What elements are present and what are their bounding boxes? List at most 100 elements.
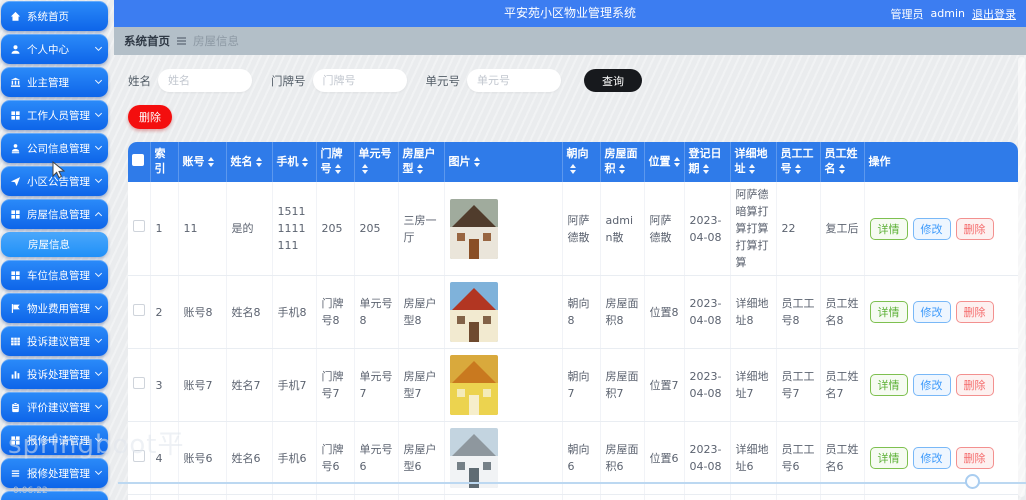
sidebar-item-owner-mgmt[interactable]: 业主管理 <box>1 67 108 97</box>
sort-icon[interactable] <box>207 156 214 167</box>
sidebar-item-label: 投诉建议管理 <box>27 335 90 348</box>
edit-button[interactable]: 修改 <box>912 301 951 324</box>
cell-index: 5 <box>150 494 179 500</box>
cell-location: 位置5 <box>644 494 685 500</box>
door-input[interactable] <box>312 69 407 92</box>
scrollbar[interactable] <box>1018 57 1025 497</box>
edit-button[interactable]: 修改 <box>912 447 951 470</box>
delete-row-button[interactable]: 删除 <box>955 374 994 397</box>
edit-button[interactable]: 修改 <box>912 374 951 397</box>
video-scrubber-track[interactable] <box>118 482 1026 484</box>
sidebar-item-evaluation-suggest-mgmt[interactable]: 评价建议管理 <box>1 392 108 422</box>
grid-icon <box>11 435 20 445</box>
col-account[interactable]: 账号 <box>178 142 227 182</box>
cell-index: 2 <box>150 275 179 350</box>
detail-button[interactable]: 详情 <box>869 374 908 397</box>
sort-icon[interactable] <box>301 156 308 167</box>
col-actions: 操作 <box>864 142 1018 182</box>
batch-delete-button[interactable]: 删除 <box>128 105 172 129</box>
sort-icon[interactable] <box>838 164 845 174</box>
col-picture[interactable]: 图片 <box>444 142 563 182</box>
cell-account: 账号5 <box>178 494 227 500</box>
cell-checkbox <box>128 494 151 500</box>
detail-button[interactable]: 详情 <box>869 301 908 324</box>
name-input[interactable] <box>158 69 252 92</box>
logout-link[interactable]: 退出登录 <box>972 6 1016 22</box>
house-photo <box>449 355 498 416</box>
unit-input[interactable] <box>467 69 561 92</box>
sidebar-item-complaint-handle-mgmt[interactable]: 投诉处理管理 <box>1 359 108 389</box>
sidebar-item-label: 房屋信息管理 <box>27 208 90 221</box>
sidebar-item-company-info-mgmt[interactable]: 公司信息管理 <box>1 133 108 163</box>
col-area[interactable]: 房屋面积 <box>600 142 645 182</box>
sort-icon[interactable] <box>702 164 709 174</box>
sidebar-item-home[interactable]: 系统首页 <box>1 1 108 31</box>
sort-icon[interactable] <box>794 164 801 174</box>
sidebar-item-repair-handle-mgmt[interactable]: 报修处理管理 <box>1 458 108 488</box>
delete-row-button[interactable]: 删除 <box>955 447 994 470</box>
edit-button[interactable]: 修改 <box>912 217 951 240</box>
col-orientation[interactable]: 朝向 <box>562 142 601 182</box>
sidebar-item-property-fee-mgmt[interactable]: 物业费用管理 <box>1 293 108 323</box>
sidebar-item-personal-center[interactable]: 个人中心 <box>1 34 108 64</box>
cell-staff-name: 复工后 <box>820 182 865 277</box>
cell-area: admin散 <box>600 182 645 277</box>
cell-actions: 详情修改删除 <box>864 494 1018 500</box>
col-staff-name[interactable]: 员工姓名 <box>820 142 865 182</box>
sidebar-item-label: 工作人员管理 <box>27 109 90 122</box>
name-label: 姓名 <box>128 73 151 88</box>
breadcrumb-home[interactable]: 系统首页 <box>124 33 170 49</box>
cell-account: 账号7 <box>178 348 227 423</box>
col-address[interactable]: 详细地址 <box>730 142 777 182</box>
table-row: 5 账号5 姓名5 手机5 门牌号5 单元号5 房屋户型5 <box>128 494 1018 500</box>
cell-picture <box>444 182 563 277</box>
col-location[interactable]: 位置 <box>644 142 685 182</box>
cell-checkbox <box>128 348 151 423</box>
sort-icon[interactable] <box>361 164 368 174</box>
sort-icon[interactable] <box>569 164 576 174</box>
row-checkbox[interactable] <box>133 303 145 316</box>
video-scrubber-handle[interactable] <box>965 474 980 489</box>
sort-icon[interactable] <box>255 156 262 167</box>
cell-area: 房屋面积7 <box>600 348 645 423</box>
col-staff-no[interactable]: 员工工号 <box>776 142 821 182</box>
sidebar-item-repair-request-mgmt[interactable]: 报修申请管理 <box>1 425 108 455</box>
sidebar-item-staff-mgmt[interactable]: 工作人员管理 <box>1 100 108 130</box>
query-button[interactable]: 查询 <box>584 69 642 92</box>
cell-staff-no: 22 <box>776 182 821 277</box>
col-reg-date[interactable]: 登记日期 <box>684 142 731 182</box>
house-table: 索引 账号 姓名 手机 门牌号 单元号 房屋户型 图片 朝向 房屋面积 位置 登… <box>128 142 1018 500</box>
row-checkbox[interactable] <box>133 376 145 389</box>
sort-icon[interactable] <box>334 164 341 174</box>
delete-row-button[interactable]: 删除 <box>955 217 994 240</box>
breadcrumb-current: 房屋信息 <box>193 34 239 48</box>
sort-icon[interactable] <box>618 164 625 174</box>
col-phone[interactable]: 手机 <box>272 142 317 182</box>
chevron-up-icon <box>94 211 103 220</box>
sidebar-item-community-notice-mgmt[interactable]: 小区公告管理 <box>1 166 108 196</box>
cell-address: 详细地址5 <box>730 494 777 500</box>
detail-button[interactable]: 详情 <box>869 217 908 240</box>
col-house-type[interactable]: 房屋户型 <box>398 142 445 182</box>
col-name[interactable]: 姓名 <box>226 142 273 182</box>
user-icon <box>11 44 20 54</box>
grid-icon <box>11 209 20 219</box>
sidebar-item-clipped[interactable] <box>1 491 108 500</box>
delete-row-button[interactable]: 删除 <box>955 301 994 324</box>
cell-staff-name: 员工姓名5 <box>820 494 865 500</box>
col-door[interactable]: 门牌号 <box>316 142 355 182</box>
sort-icon[interactable] <box>748 164 755 174</box>
col-unit[interactable]: 单元号 <box>354 142 399 182</box>
sidebar-item-complaint-suggest-mgmt[interactable]: 投诉建议管理 <box>1 326 108 356</box>
sidebar-item-house-info-mgmt[interactable]: 房屋信息管理 <box>1 199 108 229</box>
detail-button[interactable]: 详情 <box>869 447 908 470</box>
sort-icon[interactable] <box>416 164 423 174</box>
cell-checkbox <box>128 275 151 350</box>
row-checkbox[interactable] <box>133 220 145 233</box>
row-checkbox[interactable] <box>133 449 145 462</box>
select-all-checkbox[interactable] <box>132 153 144 166</box>
sort-icon[interactable] <box>673 156 680 167</box>
sidebar-subitem-house-info[interactable]: 房屋信息 <box>1 232 108 257</box>
sort-icon[interactable] <box>473 156 480 167</box>
sidebar-item-parking-info-mgmt[interactable]: 车位信息管理 <box>1 260 108 290</box>
